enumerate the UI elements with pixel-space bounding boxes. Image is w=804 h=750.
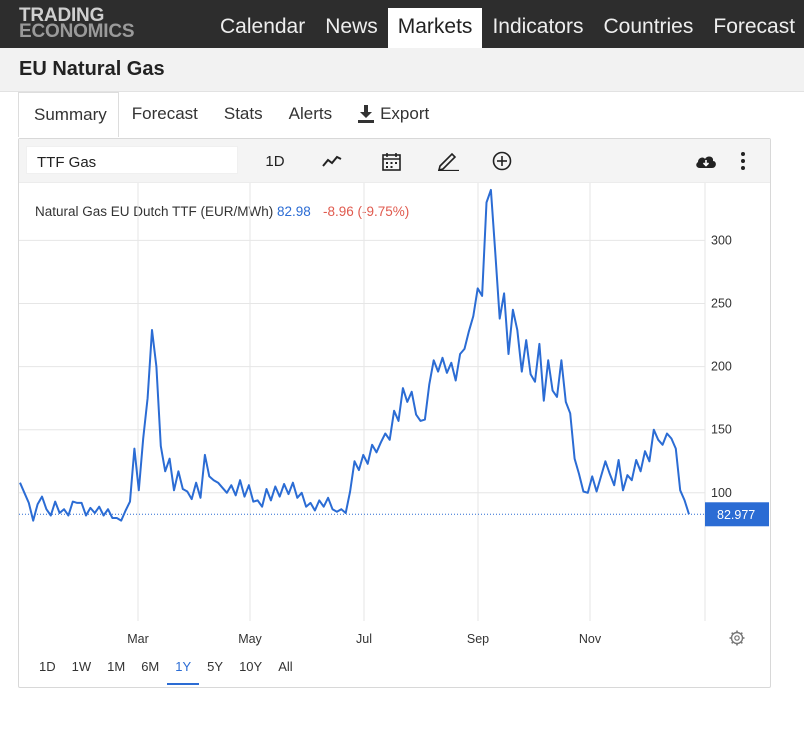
y-tick-100: 100 [711,486,732,500]
tab-summary[interactable]: Summary [18,92,119,137]
x-tick-mar: Mar [127,632,149,646]
range-5y[interactable]: 5Y [199,655,231,685]
price-chart[interactable]: Natural Gas EU Dutch TTF (EUR/MWh) 82.98… [19,183,770,653]
calendar-icon[interactable] [380,148,402,174]
draw-pencil-icon[interactable] [435,148,461,174]
legend-series-name: Natural Gas EU Dutch TTF (EUR/MWh) [35,204,273,219]
interval-button[interactable]: 1D [263,148,287,174]
tab-alerts[interactable]: Alerts [276,92,345,137]
sub-tabs: Summary Forecast Stats Alerts Export [18,92,442,137]
brand-logo[interactable]: TRADING ECONOMICS [19,6,135,42]
page-title: EU Natural Gas [19,58,165,80]
symbol-input[interactable]: TTF Gas [26,146,238,174]
range-all[interactable]: All [270,655,300,685]
nav-countries[interactable]: Countries [593,8,703,48]
x-tick-may: May [238,632,262,646]
chart-toolbar: TTF Gas 1D [19,139,770,183]
y-tick-200: 200 [711,360,732,374]
x-tick-jul: Jul [356,632,372,646]
y-tick-150: 150 [711,423,732,437]
x-tick-nov: Nov [579,632,602,646]
range-selector: 1D 1W 1M 6M 1Y 5Y 10Y All [31,655,301,685]
title-band: EU Natural Gas [0,48,804,92]
range-1m[interactable]: 1M [99,655,133,685]
y-tick-250: 250 [711,297,732,311]
logo-line-2: ECONOMICS [19,21,135,42]
nav-calendar[interactable]: Calendar [210,8,315,48]
tab-export[interactable]: Export [345,92,442,137]
x-tick-sep: Sep [467,632,489,646]
legend-change: -8.96 (-9.75%) [323,204,409,219]
settings-gear-icon[interactable] [729,630,745,646]
download-icon [358,105,375,123]
range-1y[interactable]: 1Y [167,655,200,685]
more-options-icon[interactable] [737,148,749,174]
range-10y[interactable]: 10Y [231,655,270,685]
y-tick-300: 300 [711,233,732,247]
tab-forecast[interactable]: Forecast [119,92,211,137]
add-indicator-icon[interactable] [491,148,513,174]
chart-card: TTF Gas 1D Natural Gas EU Dutch TTF (EUR… [18,138,771,688]
legend-last-value: 82.98 [277,204,311,219]
range-6m[interactable]: 6M [133,655,167,685]
nav-forecast[interactable]: Forecast [703,8,804,48]
top-nav-bar: TRADING ECONOMICS Calendar News Markets … [0,0,804,48]
range-1d[interactable]: 1D [31,655,64,685]
nav-markets[interactable]: Markets [387,8,483,48]
y-tick-350: 350 [711,183,732,184]
series-line [19,188,690,522]
last-value-label: 82.977 [717,508,755,522]
tab-stats[interactable]: Stats [211,92,276,137]
nav-news[interactable]: News [315,8,388,48]
line-chart-icon[interactable] [321,148,343,174]
cloud-download-icon[interactable] [694,148,718,174]
range-1w[interactable]: 1W [64,655,100,685]
export-label: Export [380,104,430,123]
main-nav: Calendar News Markets Indicators Countri… [210,8,804,48]
nav-indicators[interactable]: Indicators [482,8,593,48]
